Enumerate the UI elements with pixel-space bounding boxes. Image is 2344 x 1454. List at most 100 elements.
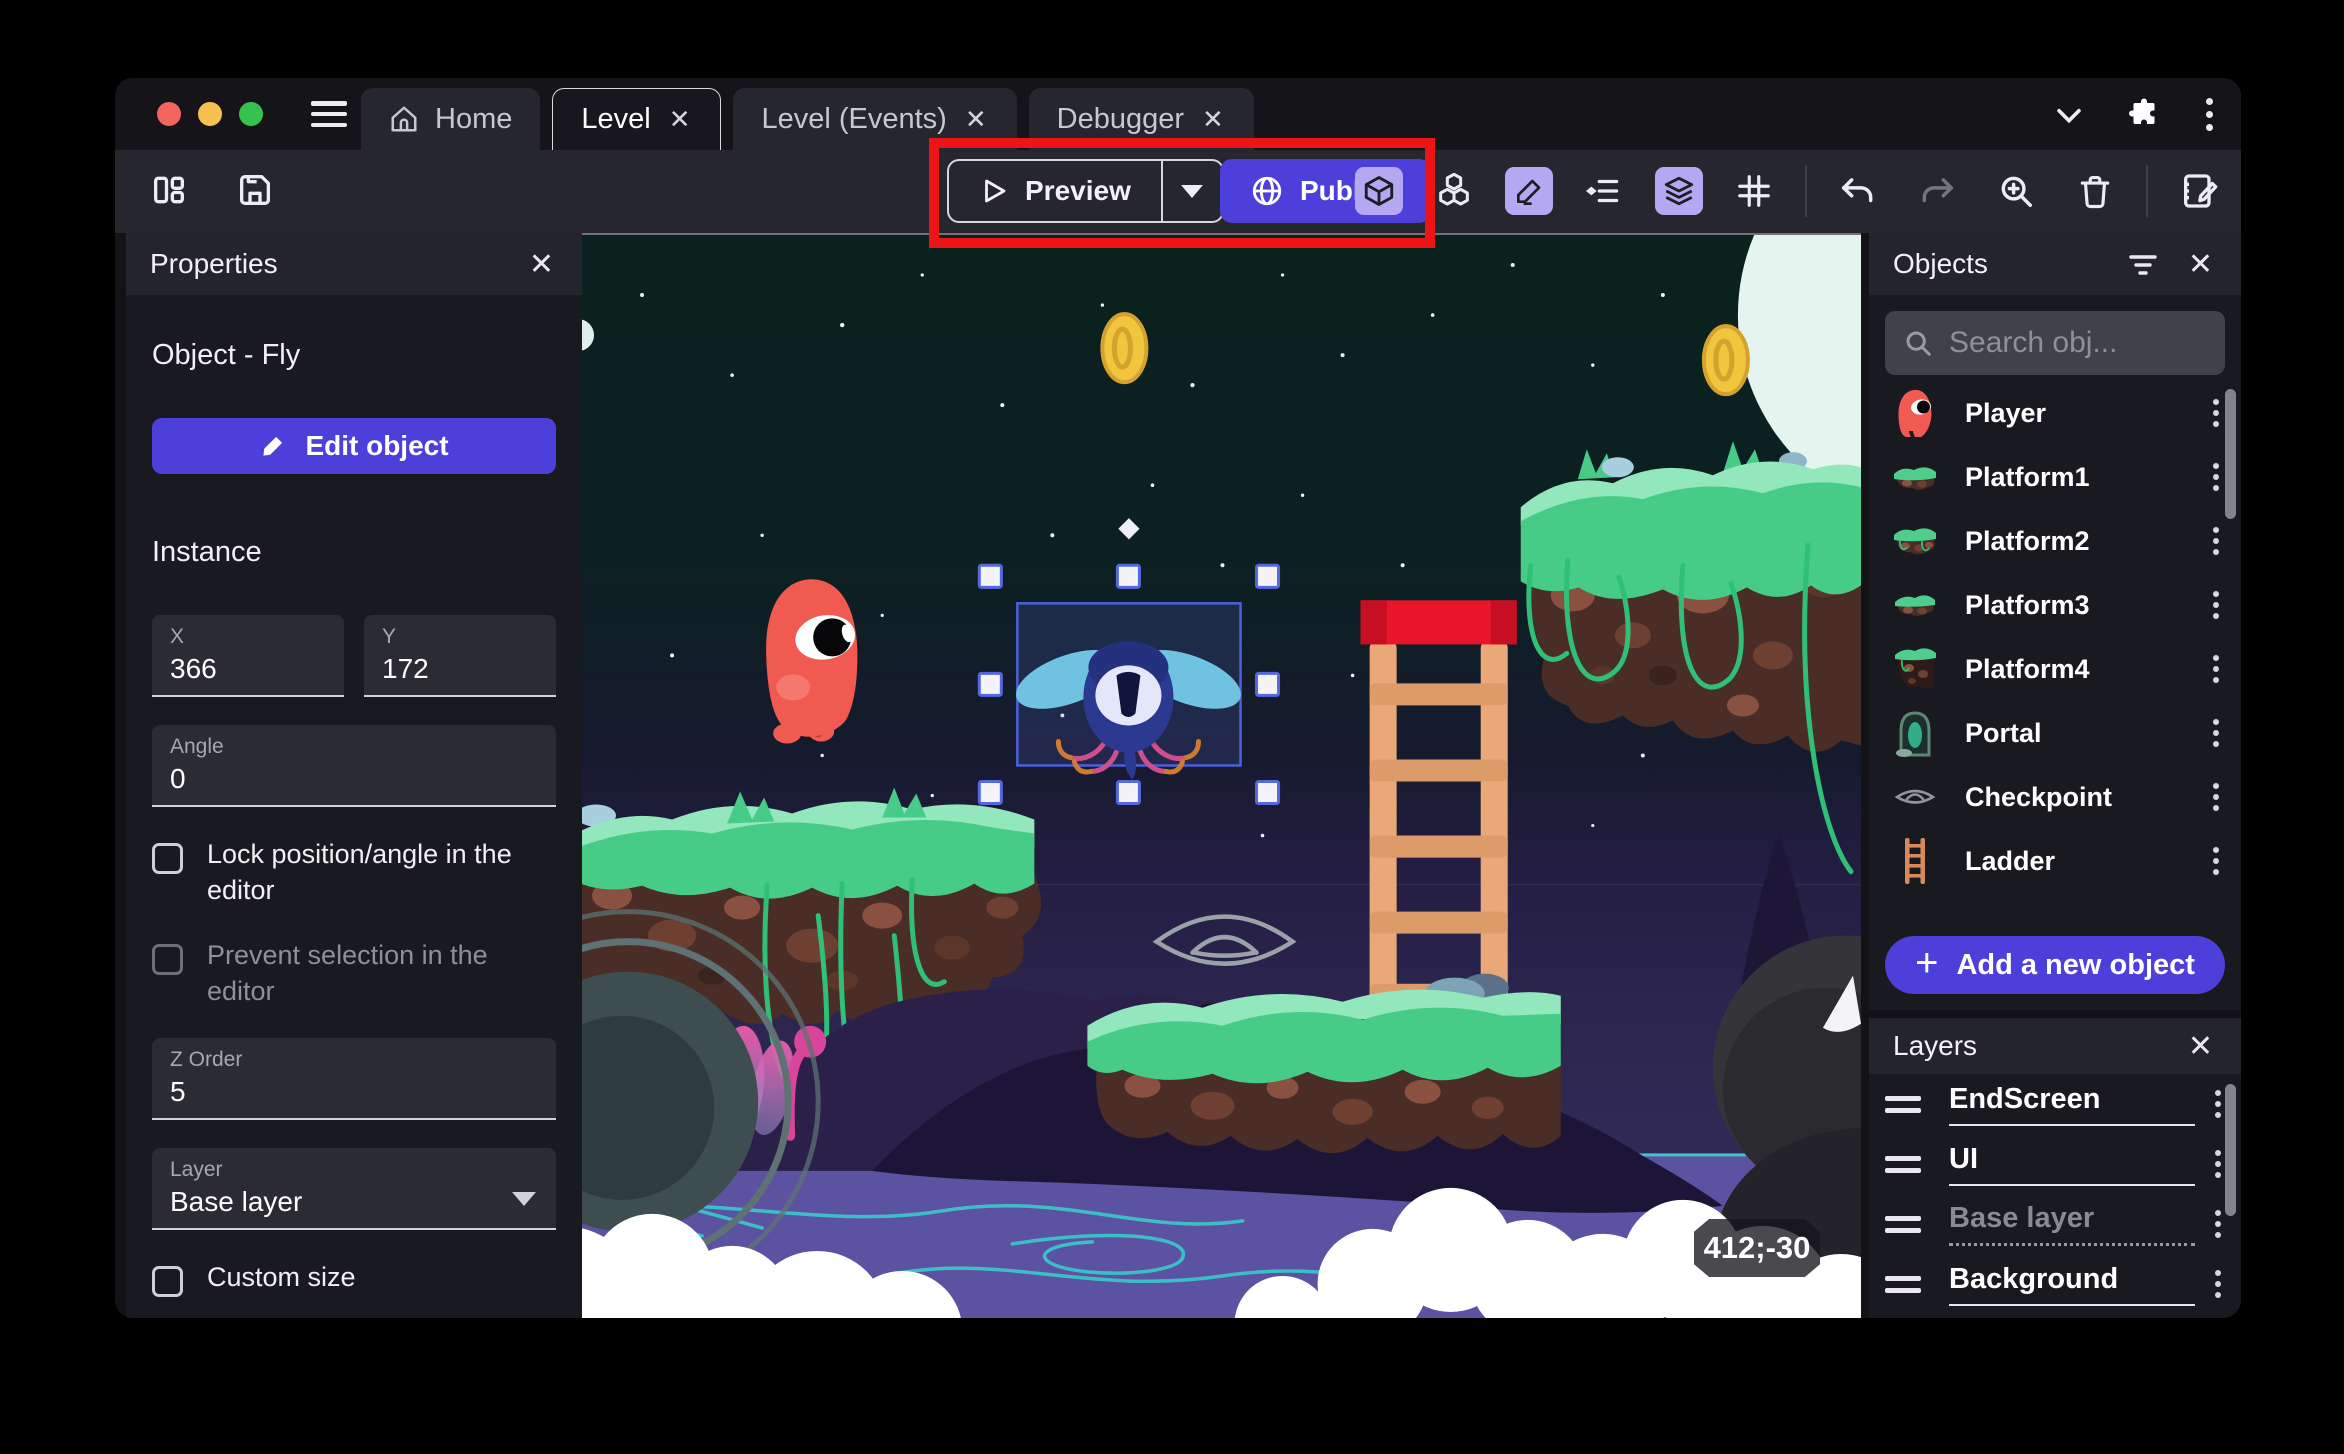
angle-field[interactable]: Angle	[152, 725, 556, 807]
object-row-platform3[interactable]: Platform3	[1869, 573, 2241, 637]
object-kebab-icon[interactable]	[2207, 841, 2225, 881]
drag-handle-icon[interactable]	[1885, 1275, 1925, 1293]
instances-list-icon[interactable]	[1576, 163, 1632, 219]
toolbar: Preview Publish	[115, 138, 2241, 248]
objects-list: Player Platform1 Platform2 Platform3 Pla…	[1869, 381, 2241, 893]
player-sprite[interactable]	[766, 579, 858, 744]
y-field[interactable]: Y	[364, 615, 556, 697]
layers-scrollbar[interactable]	[2225, 1084, 2236, 1216]
save-icon[interactable]	[227, 162, 283, 218]
objects-title: Objects	[1893, 248, 1988, 279]
play-icon	[979, 176, 1009, 206]
extensions-puzzle-icon[interactable]	[2126, 97, 2162, 133]
minimize-window-button[interactable]	[198, 102, 222, 126]
object-row-platform4[interactable]: Platform4	[1869, 637, 2241, 701]
toggle-3d-view-icon[interactable]	[1355, 167, 1403, 215]
zoom-in-icon[interactable]	[1988, 163, 2044, 219]
more-options-kebab-icon[interactable]	[2202, 94, 2217, 135]
custom-size-checkbox[interactable]	[152, 1265, 183, 1297]
layer-row-ui[interactable]: UI	[1869, 1134, 2241, 1194]
coin[interactable]	[1701, 324, 1750, 397]
preview-button[interactable]: Preview	[947, 159, 1162, 223]
search-icon	[1903, 328, 1933, 358]
z-order-field[interactable]: Z Order	[152, 1037, 556, 1120]
object-kebab-icon[interactable]	[2207, 393, 2225, 433]
x-field[interactable]: X	[152, 615, 344, 697]
main-menu-hamburger-icon[interactable]	[311, 98, 347, 130]
object-row-platform1[interactable]: Platform1	[1869, 445, 2241, 509]
layer-row-endscreen[interactable]: EndScreen	[1869, 1074, 2241, 1134]
filter-icon[interactable]	[2128, 251, 2158, 277]
close-window-button[interactable]	[157, 102, 181, 126]
layers-stack-icon[interactable]	[1655, 167, 1703, 215]
object-row-player[interactable]: Player	[1869, 381, 2241, 445]
layer-row-base-layer[interactable]: Base layer	[1869, 1194, 2241, 1254]
trash-icon[interactable]	[2067, 163, 2123, 219]
coin[interactable]	[1100, 312, 1149, 385]
ladder-thumbnail	[1891, 835, 1939, 887]
tab-label: Home	[435, 102, 513, 135]
objects-cubes-icon[interactable]	[1426, 163, 1482, 219]
edit-object-button[interactable]: Edit object	[152, 418, 556, 474]
object-kebab-icon[interactable]	[2207, 457, 2225, 497]
object-name: Platform3	[1965, 589, 2090, 620]
layers-title: Layers	[1893, 1030, 1978, 1061]
tab-label: Level (Events)	[761, 102, 947, 135]
object-kebab-icon[interactable]	[2207, 777, 2225, 817]
grid-icon[interactable]	[1726, 163, 1782, 219]
scene-canvas[interactable]: 412;-30	[582, 233, 1861, 1318]
tab-home[interactable]: Home	[361, 88, 541, 150]
close-layers-icon[interactable]: ✕	[2184, 1029, 2217, 1064]
lock-position-checkbox[interactable]	[152, 843, 183, 874]
z-order-field-input[interactable]	[170, 1075, 538, 1108]
x-field-input[interactable]	[170, 653, 326, 685]
redo-icon[interactable]	[1909, 163, 1965, 219]
window-controls[interactable]	[157, 102, 263, 126]
drag-handle-icon[interactable]	[1885, 1095, 1925, 1113]
preview-options-dropdown[interactable]	[1161, 159, 1224, 223]
close-tab-icon[interactable]: ✕	[1200, 104, 1226, 135]
objects-scrollbar[interactable]	[2225, 389, 2236, 519]
object-kebab-icon[interactable]	[2207, 649, 2225, 689]
undo-icon[interactable]	[1830, 163, 1886, 219]
object-kebab-icon[interactable]	[2207, 521, 2225, 561]
maximize-window-button[interactable]	[239, 102, 263, 126]
toggle-panels-icon[interactable]	[141, 162, 197, 218]
close-properties-icon[interactable]: ✕	[525, 247, 558, 282]
x-field-label: X	[170, 625, 185, 648]
custom-size-label: Custom size	[207, 1261, 356, 1292]
object-row-portal[interactable]: Portal	[1869, 701, 2241, 765]
globe-icon	[1250, 174, 1284, 208]
object-row-checkpoint[interactable]: Checkpoint	[1869, 765, 2241, 829]
add-new-object-label: Add a new object	[1956, 948, 2195, 981]
chevron-down-icon[interactable]	[2052, 98, 2086, 132]
platform1-thumbnail	[1891, 451, 1939, 503]
add-new-object-button[interactable]: + Add a new object	[1885, 936, 2225, 994]
tab-debugger[interactable]: Debugger ✕	[1028, 88, 1254, 150]
drag-handle-icon[interactable]	[1885, 1155, 1925, 1173]
prevent-selection-checkbox[interactable]	[152, 944, 183, 976]
close-objects-icon[interactable]: ✕	[2184, 247, 2217, 282]
checkpoint-thumbnail	[1891, 771, 1939, 823]
close-tab-icon[interactable]: ✕	[963, 104, 989, 135]
tab-level[interactable]: Level ✕	[552, 88, 722, 150]
scene-notes-icon[interactable]	[2171, 163, 2227, 219]
object-kebab-icon[interactable]	[2207, 713, 2225, 753]
object-kebab-icon[interactable]	[2207, 585, 2225, 625]
edit-mode-pencil-icon[interactable]	[1505, 167, 1553, 215]
y-field-input[interactable]	[382, 653, 538, 685]
objects-search-input[interactable]	[1949, 326, 2207, 360]
tab-level-events[interactable]: Level (Events) ✕	[733, 88, 1017, 150]
angle-field-input[interactable]	[170, 763, 538, 795]
drag-handle-icon[interactable]	[1885, 1215, 1925, 1233]
layer-select[interactable]: Layer Base layer	[152, 1147, 556, 1230]
objects-search[interactable]	[1885, 311, 2225, 375]
object-row-platform2[interactable]: Platform2	[1869, 509, 2241, 573]
object-row-ladder[interactable]: Ladder	[1869, 829, 2241, 893]
close-tab-icon[interactable]: ✕	[667, 104, 693, 135]
layer-kebab-icon[interactable]	[2209, 1264, 2227, 1304]
angle-field-label: Angle	[170, 735, 224, 758]
layer-row-background[interactable]: Background	[1869, 1254, 2241, 1314]
platform2-thumbnail	[1891, 515, 1939, 567]
lock-position-label: Lock position/angle in the editor	[207, 839, 512, 905]
